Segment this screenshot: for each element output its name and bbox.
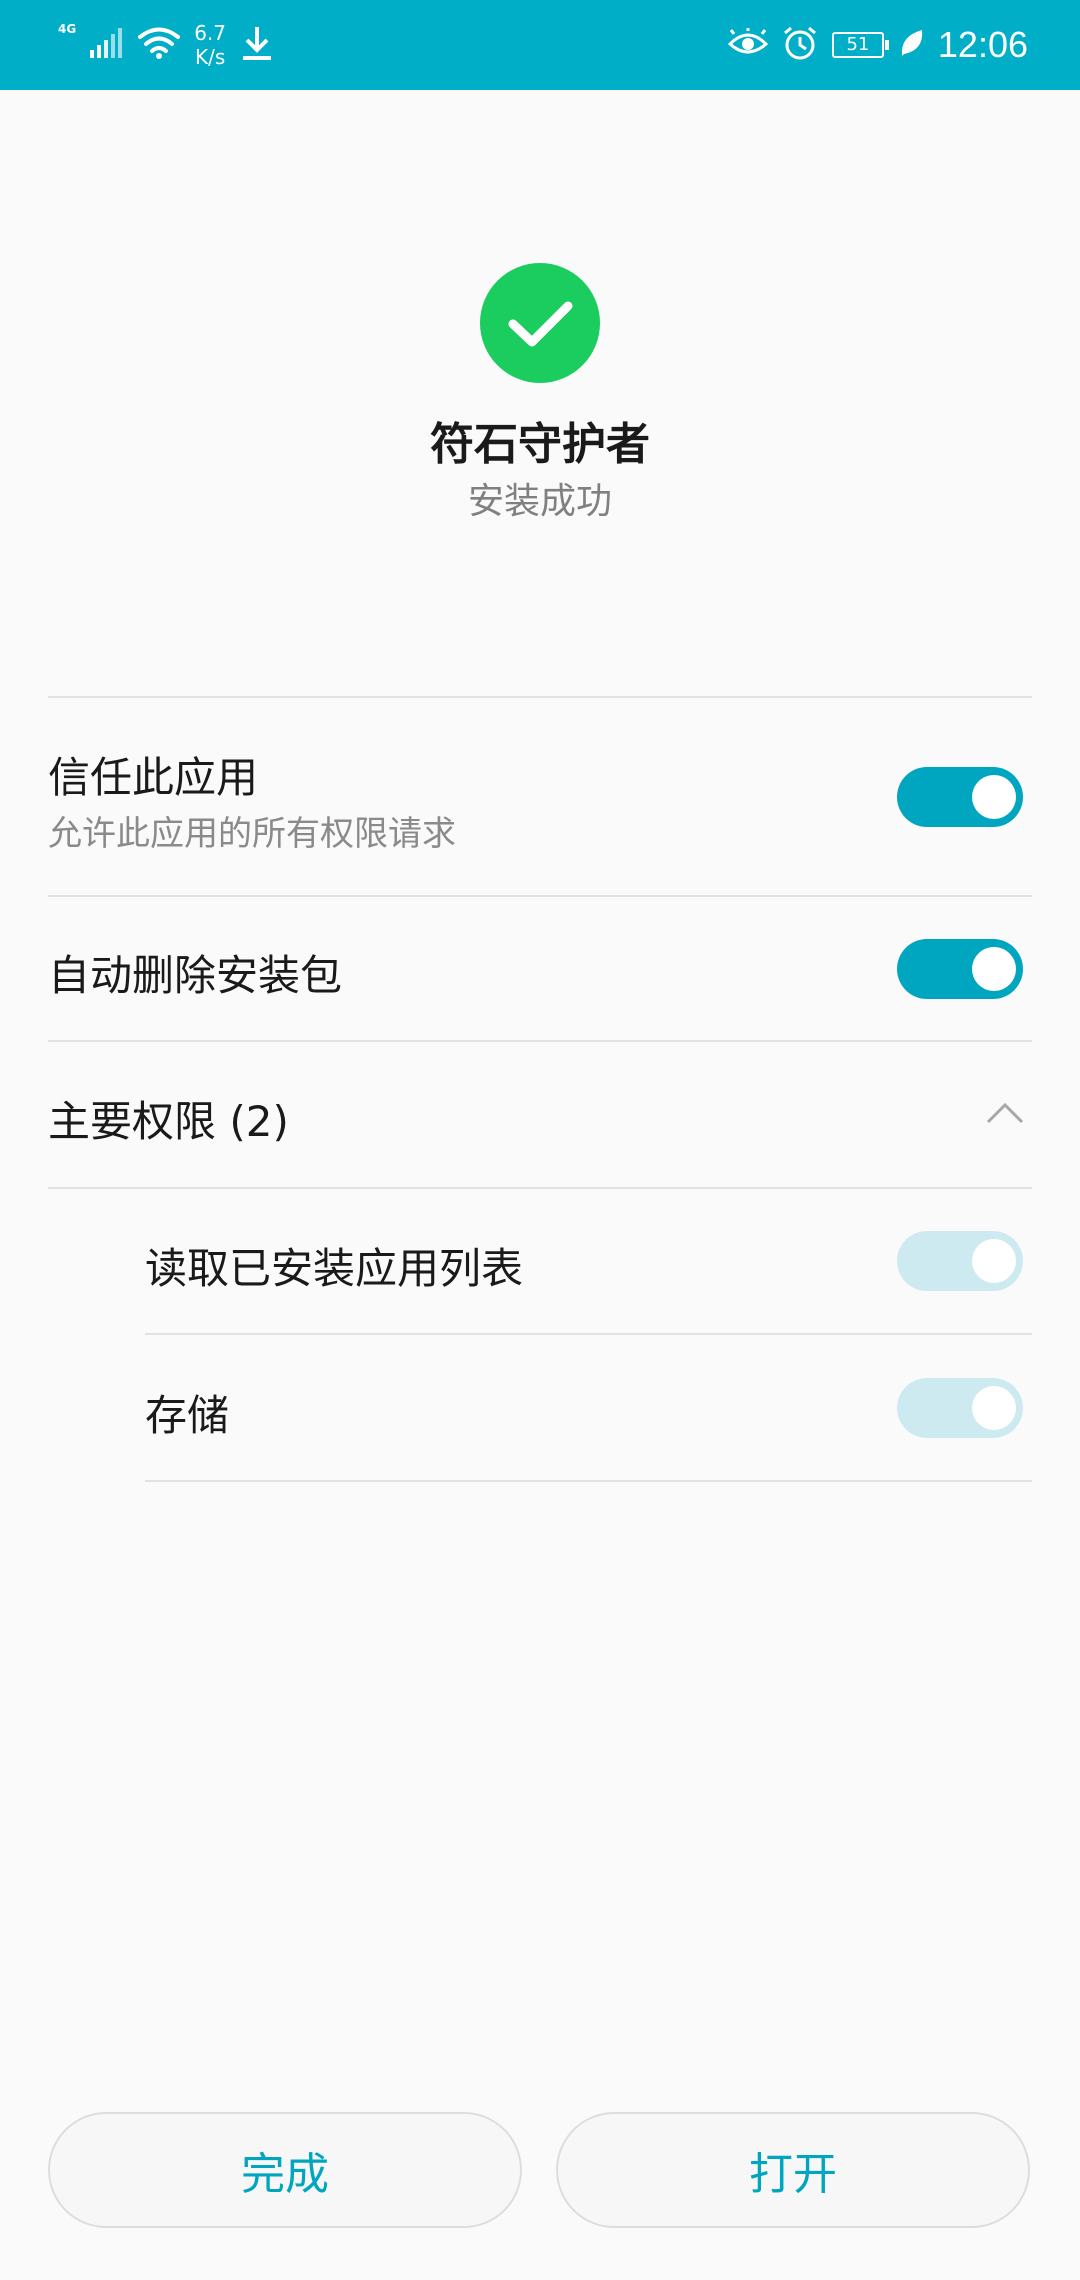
toggle-knob — [972, 1239, 1016, 1283]
divider — [48, 1187, 1032, 1189]
install-status: 安装成功 — [467, 481, 612, 522]
auto-delete-title: 自动删除安装包 — [48, 951, 343, 1000]
trust-app-subtitle: 允许此应用的所有权限请求 — [48, 814, 456, 854]
wifi-icon — [138, 26, 181, 64]
network-type: 4G — [58, 22, 77, 36]
network-speed-value: 6.7 — [194, 21, 227, 45]
network-speed-unit: K/s — [194, 45, 226, 69]
battery-icon: 51 — [831, 32, 889, 58]
alarm-icon — [782, 25, 818, 65]
divider — [48, 895, 1032, 897]
permissions-title: 主要权限 (2) — [48, 1097, 289, 1146]
open-button[interactable]: 打开 — [556, 2112, 1030, 2228]
clock: 12:06 — [937, 24, 1028, 65]
done-button[interactable]: 完成 — [48, 2112, 522, 2228]
permission-label: 读取已安装应用列表 — [145, 1244, 524, 1293]
trust-app-toggle[interactable] — [897, 767, 1023, 827]
success-badge — [480, 263, 600, 383]
status-bar-left: 4G 6.7 K/s — [58, 14, 274, 76]
trust-app-title: 信任此应用 — [48, 753, 259, 802]
divider — [145, 1333, 1032, 1335]
check-icon — [508, 301, 573, 347]
toggle-knob — [972, 1386, 1016, 1430]
toggle-knob — [972, 775, 1016, 819]
divider — [145, 1480, 1032, 1482]
status-bar-right: 51 12:06 — [727, 14, 1028, 76]
status-bar: 4G 6.7 K/s 51 12:06 — [0, 0, 1080, 90]
app-name: 符石守护者 — [430, 419, 650, 470]
download-icon — [240, 25, 274, 65]
chevron-up-icon[interactable] — [985, 1098, 1025, 1128]
leaf-icon — [898, 28, 924, 62]
toggle-knob — [972, 947, 1016, 991]
divider — [48, 696, 1032, 698]
permission-label: 存储 — [145, 1391, 230, 1440]
auto-delete-toggle[interactable] — [897, 939, 1023, 999]
divider — [48, 1040, 1032, 1042]
eye-icon — [727, 28, 769, 62]
permission-toggle[interactable] — [897, 1231, 1023, 1291]
network-speed: 6.7 K/s — [194, 21, 226, 69]
permission-toggle[interactable] — [897, 1378, 1023, 1438]
signal-icon — [90, 28, 124, 62]
